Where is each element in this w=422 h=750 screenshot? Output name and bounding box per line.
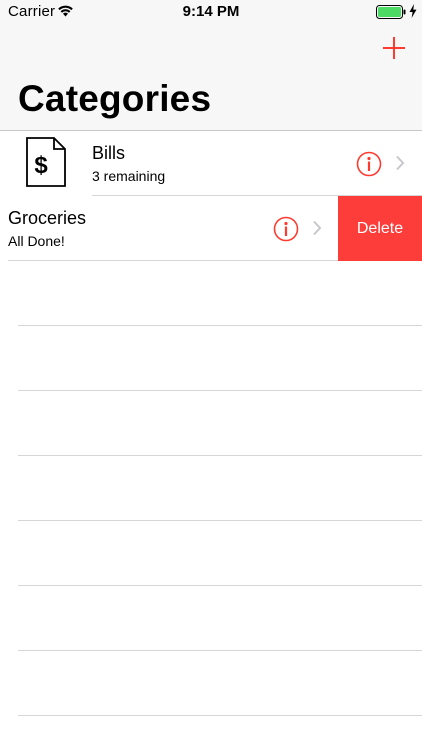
clock: 9:14 PM	[182, 3, 240, 20]
empty-row-separator	[18, 650, 422, 651]
category-row-bills[interactable]: $ Bills 3 remaining	[0, 131, 422, 196]
category-subtitle: 3 remaining	[92, 168, 166, 184]
delete-button[interactable]: Delete	[338, 196, 422, 261]
row-separator	[8, 260, 338, 261]
category-subtitle: All Done!	[8, 233, 65, 249]
chevron-right-icon	[396, 155, 405, 171]
empty-row-separator	[18, 390, 422, 391]
info-icon[interactable]	[356, 151, 382, 177]
charging-bolt-icon	[409, 4, 417, 18]
empty-row-separator	[18, 455, 422, 456]
category-title: Groceries	[8, 208, 87, 228]
navigation-header: Carrier 9:14 PM Categories	[0, 0, 422, 131]
empty-row-separator	[18, 585, 422, 586]
empty-row-separator	[18, 520, 422, 521]
dollar-document-icon: $	[26, 137, 66, 187]
screen: Carrier 9:14 PM Categories $ Bills 3 rem…	[0, 0, 422, 750]
empty-row-separator	[18, 715, 422, 716]
battery-icon	[376, 5, 406, 19]
info-icon[interactable]	[273, 216, 299, 242]
status-bar: Carrier 9:14 PM	[0, 0, 422, 24]
category-row-groceries[interactable]: Groceries All Done! Delete	[0, 196, 422, 261]
page-title: Categories	[18, 78, 212, 119]
empty-row-separator	[18, 325, 422, 326]
add-category-button[interactable]	[380, 34, 408, 62]
chevron-right-icon	[313, 220, 322, 236]
category-title: Bills	[92, 143, 126, 163]
svg-text:$: $	[34, 152, 48, 179]
